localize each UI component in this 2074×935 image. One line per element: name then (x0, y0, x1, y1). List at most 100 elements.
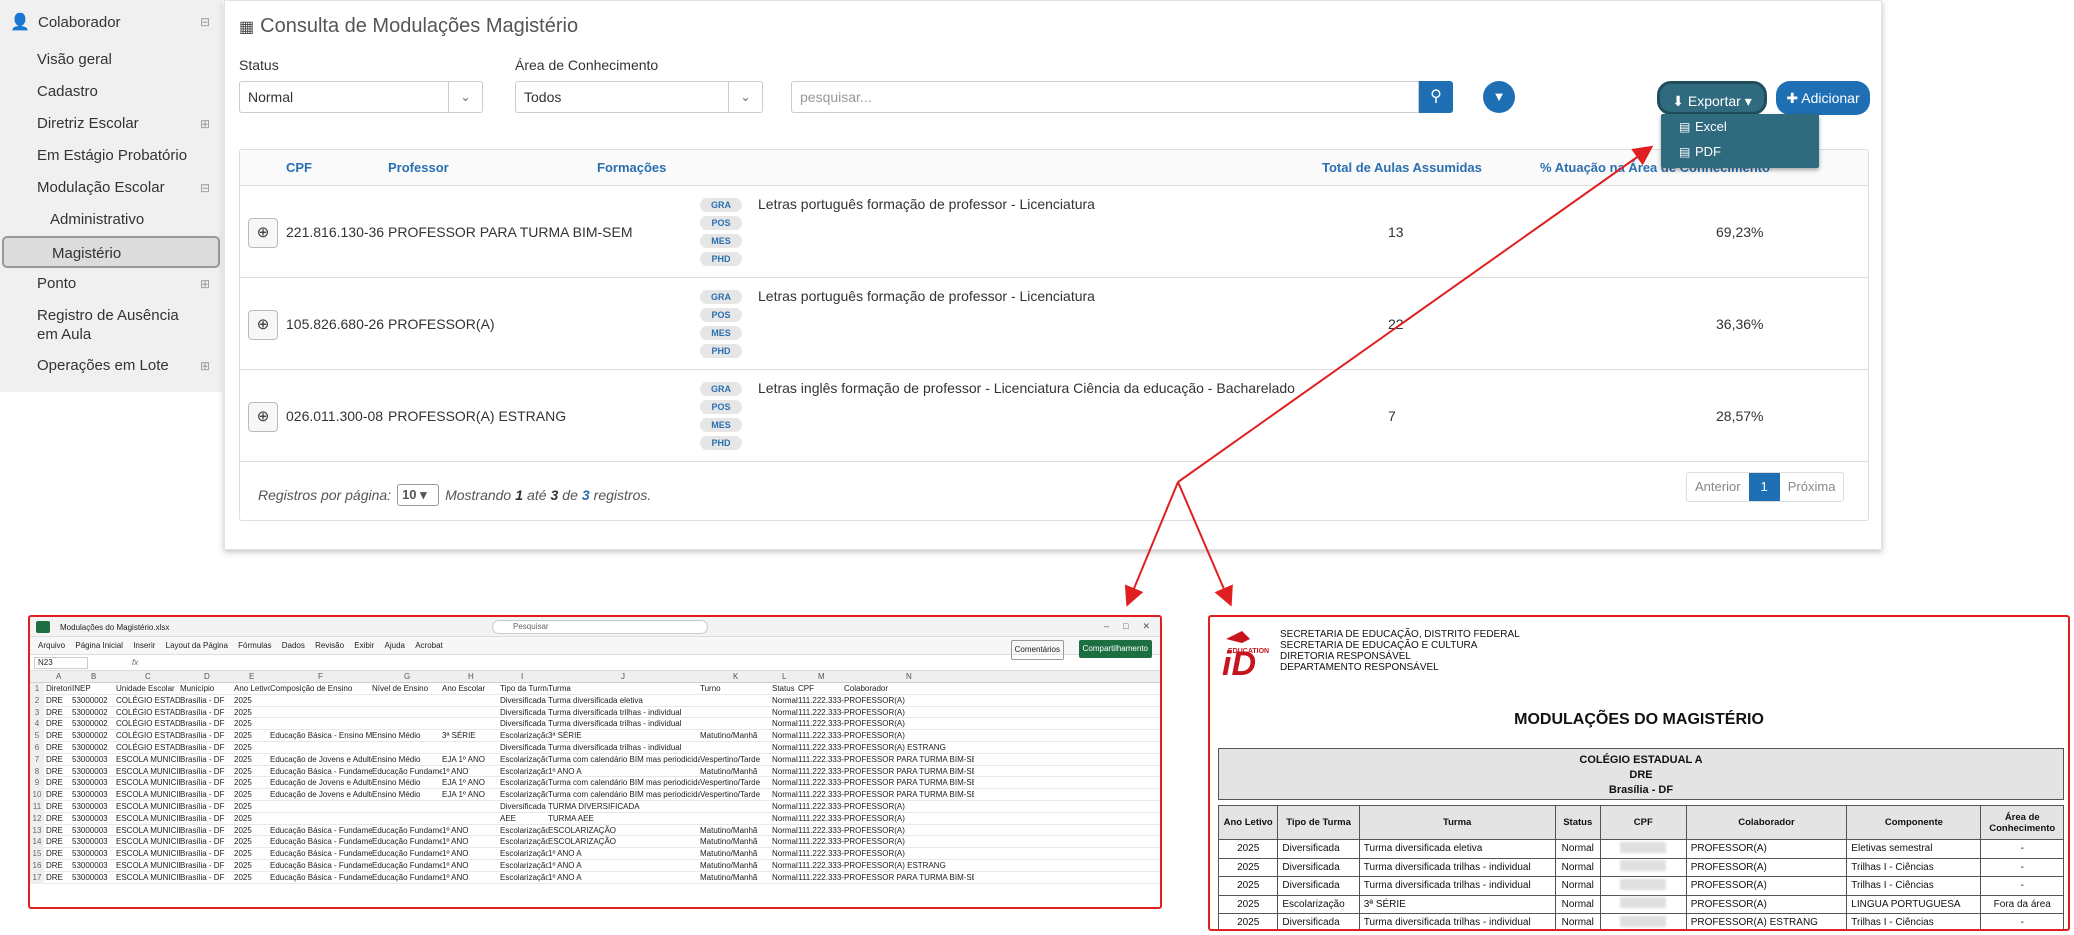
sheet-cell[interactable]: Ano Letivo (234, 683, 270, 695)
sheet-cell[interactable]: Brasília - DF (180, 777, 234, 789)
menu-layout[interactable]: Layout da Página (166, 637, 228, 655)
sheet-cell[interactable]: 53000003 (72, 872, 116, 884)
column-letter[interactable]: N (906, 672, 912, 681)
expand-icon[interactable]: ⊞ (200, 108, 210, 140)
sheet-cell[interactable]: DRE (46, 813, 72, 825)
sheet-cell[interactable]: DRE (46, 695, 72, 707)
sheet-cell[interactable]: ESCOLA MUNICIPAL A (116, 789, 180, 801)
column-letter[interactable]: C (145, 672, 151, 681)
row-number[interactable]: 6 (30, 741, 44, 754)
sheet-cell[interactable]: COLÉGIO ESTADUAL A (116, 742, 180, 754)
sheet-cell[interactable]: 53000003 (72, 825, 116, 837)
sheet-cell[interactable]: Escolarização (500, 730, 548, 742)
sheet-cell[interactable]: Vespertino/Tarde (700, 777, 772, 789)
sheet-cell[interactable]: Escolarização (500, 789, 548, 801)
sheet-cell[interactable]: Brasília - DF (180, 848, 234, 860)
sheet-cell[interactable]: PROFESSOR(A) (844, 707, 974, 719)
sheet-cell[interactable]: Município (180, 683, 234, 695)
sheet-cell[interactable]: ESCOLA MUNICIPAL A (116, 836, 180, 848)
sheet-cell[interactable]: DRE (46, 742, 72, 754)
sheet-cell[interactable]: 111.222.333-48 (798, 742, 844, 754)
sheet-cell[interactable]: AEE (500, 813, 548, 825)
sheet-cell[interactable]: DRE (46, 848, 72, 860)
sheet-cell[interactable]: 1º ANO (442, 825, 500, 837)
sidebar-item-magisterio[interactable]: Magistério (2, 236, 220, 268)
sheet-cell[interactable]: COLÉGIO ESTADUAL A (116, 718, 180, 730)
sheet-cell[interactable]: Escolarização (500, 836, 548, 848)
sheet-cell[interactable]: PROFESSOR(A) ESTRANG (844, 742, 974, 754)
sheet-cell[interactable]: 2025 (234, 777, 270, 789)
per-page-select[interactable]: 10 ▾ (397, 484, 440, 506)
next-page-button[interactable]: Próxima (1780, 473, 1844, 501)
sheet-cell[interactable]: 111.222.333-51 (798, 777, 844, 789)
sheet-cell[interactable]: 1º ANO (442, 860, 500, 872)
sheet-cell[interactable]: Ensino Médio (372, 754, 442, 766)
row-number[interactable]: 2 (30, 694, 44, 707)
sheet-cell[interactable]: Diversificada (500, 707, 548, 719)
sheet-cell[interactable]: DRE (46, 777, 72, 789)
sheet-cell[interactable]: 111.222.333-55 (798, 825, 844, 837)
export-menu-pdf[interactable]: ▤ PDF (1661, 139, 1819, 164)
sheet-cell[interactable]: ESCOLA MUNICIPAL A (116, 813, 180, 825)
sheet-cell[interactable]: Brasília - DF (180, 754, 234, 766)
sheet-cell[interactable]: Ensino Médio (372, 730, 442, 742)
sheet-cell[interactable]: Normal (772, 695, 798, 707)
sheet-cell[interactable]: Vespertino/Tarde (700, 789, 772, 801)
export-button[interactable]: ⬇ Exportar ▾ (1657, 81, 1767, 115)
sheet-cell[interactable]: Matutino/Manhã (700, 848, 772, 860)
sheet-cell[interactable]: Brasília - DF (180, 707, 234, 719)
sheet-cell[interactable]: 111.222.333-58 (798, 860, 844, 872)
sheet-cell[interactable]: Nível de Ensino (372, 683, 442, 695)
sheet-cell[interactable]: Turma diversificada trilhas - individual (548, 718, 700, 730)
sheet-cell[interactable]: Escolarização (500, 825, 548, 837)
sheet-cell[interactable]: PROFESSOR(A) (844, 813, 974, 825)
row-number[interactable]: 14 (30, 836, 44, 849)
search-input[interactable] (791, 81, 1419, 113)
sheet-cell[interactable]: PROFESSOR(A) (844, 718, 974, 730)
sheet-cell[interactable]: Brasília - DF (180, 860, 234, 872)
sheet-cell[interactable]: 2025 (234, 813, 270, 825)
sheet-cell[interactable]: 53000003 (72, 777, 116, 789)
sheet-cell[interactable]: Brasília - DF (180, 742, 234, 754)
sheet-cell[interactable]: ESCOLA MUNICIPAL A (116, 848, 180, 860)
sheet-cell[interactable]: PROFESSOR PARA TURMA BIM-SEM (844, 789, 974, 801)
collapse-icon[interactable]: ⊟ (200, 172, 210, 204)
sheet-cell[interactable]: TURMA DIVERSIFICADA (548, 801, 700, 813)
menu-formulas[interactable]: Fórmulas (238, 637, 271, 655)
sheet-cell[interactable]: 1º ANO A (548, 872, 700, 884)
sheet-cell[interactable]: 53000002 (72, 695, 116, 707)
menu-arquivo[interactable]: Arquivo (38, 637, 65, 655)
row-number[interactable]: 16 (30, 859, 44, 872)
column-header-formacoes[interactable]: Formações (597, 160, 666, 175)
sheet-cell[interactable]: Brasília - DF (180, 801, 234, 813)
sheet-cell[interactable]: 1º ANO (442, 836, 500, 848)
sheet-cell[interactable]: Educação Fundamental (372, 848, 442, 860)
sidebar-item-administrativo[interactable]: Administrativo (0, 204, 222, 236)
sheet-cell[interactable]: Normal (772, 718, 798, 730)
sheet-cell[interactable]: DRE (46, 707, 72, 719)
row-number[interactable]: 11 (30, 800, 44, 813)
column-header-professor[interactable]: Professor (388, 160, 449, 175)
menu-dados[interactable]: Dados (282, 637, 305, 655)
sheet-cell[interactable]: Matutino/Manhã (700, 836, 772, 848)
sheet-cell[interactable]: 53000002 (72, 707, 116, 719)
sheet-cell[interactable]: Tipo da Turma (500, 683, 548, 695)
sheet-cell[interactable]: ESCOLA MUNICIPAL A (116, 872, 180, 884)
column-letter[interactable]: E (249, 672, 254, 681)
sheet-cell[interactable]: Matutino/Manhã (700, 872, 772, 884)
sheet-cell[interactable]: Educação Básica - Fundamental I (270, 836, 372, 848)
row-number[interactable]: 8 (30, 765, 44, 778)
sheet-cell[interactable]: DRE (46, 872, 72, 884)
sheet-cell[interactable]: 2025 (234, 730, 270, 742)
name-box[interactable]: N23 (34, 657, 88, 669)
sheet-cell[interactable]: 111.222.333-53 (798, 801, 844, 813)
sheet-cell[interactable]: 53000003 (72, 766, 116, 778)
column-letter[interactable]: K (733, 672, 738, 681)
column-letter[interactable]: B (91, 672, 96, 681)
sheet-cell[interactable]: Educação Básica - Fundamental I (270, 825, 372, 837)
sheet-cell[interactable]: DRE (46, 766, 72, 778)
sheet-cell[interactable]: Educação Básica - Fundamental I (270, 848, 372, 860)
sheet-cell[interactable]: Educação Fundamental (372, 836, 442, 848)
sidebar-item-visao-geral[interactable]: Visão geral (0, 44, 222, 76)
sheet-cell[interactable]: Turma com calendário BIM mas periodicida… (548, 777, 700, 789)
